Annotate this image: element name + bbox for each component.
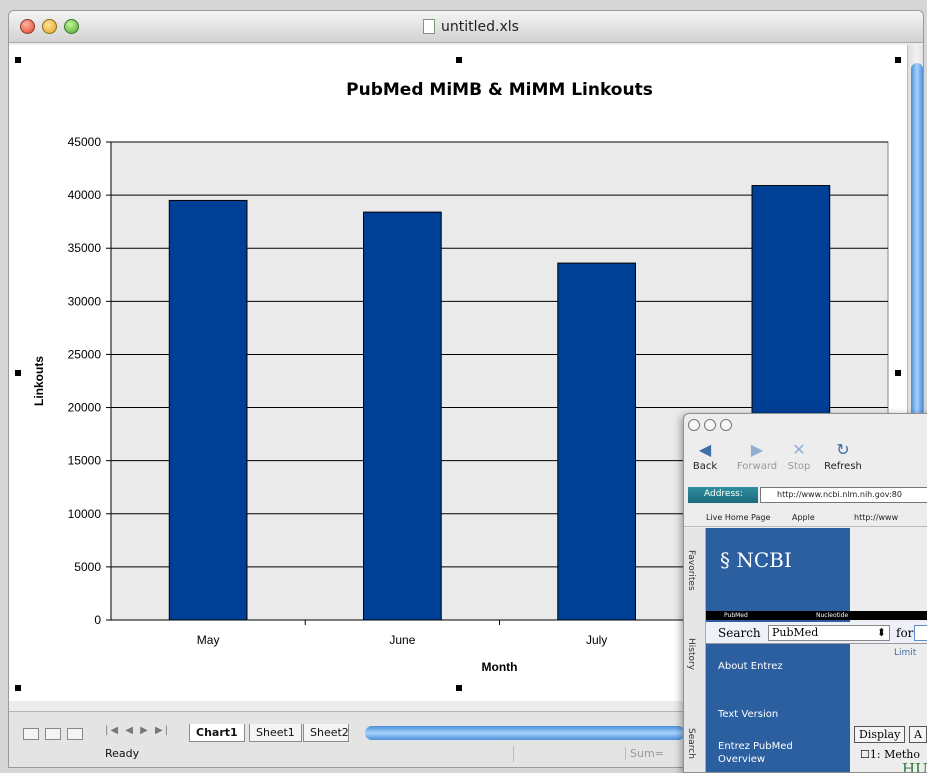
x-tick-label: June — [389, 633, 415, 647]
tab-search[interactable]: Search — [686, 728, 696, 759]
search-row: Search PubMed ⬍ for — [706, 622, 927, 644]
refresh-icon: ↻ — [836, 440, 850, 459]
tab-history[interactable]: History — [686, 638, 696, 670]
x-axis-label: Month — [482, 660, 518, 674]
y-tick-label: 15000 — [68, 454, 102, 468]
resize-handle[interactable] — [895, 370, 901, 376]
tab-sheet1[interactable]: Sheet1 — [249, 724, 302, 742]
y-tick-label: 5000 — [74, 560, 101, 574]
address-label: Address: — [688, 487, 758, 503]
resize-handle[interactable] — [456, 57, 462, 63]
refresh-button[interactable]: ↻ Refresh — [818, 440, 868, 472]
document-icon — [423, 19, 435, 34]
text-version-link[interactable]: Text Version — [718, 709, 778, 720]
x-tick-label: July — [586, 633, 607, 647]
result-checkbox[interactable]: ☐ — [860, 748, 870, 761]
tab-favorites[interactable]: Favorites — [686, 550, 696, 591]
sheet-navigation-arrows-icon[interactable]: |◀ ◀ ▶ ▶| — [105, 725, 170, 736]
tab-nucleotide[interactable]: Nucleotide — [816, 612, 848, 619]
select-arrows-icon: ⬍ — [876, 626, 886, 639]
y-tick-label: 40000 — [68, 188, 102, 202]
address-field[interactable]: http://www.ncbi.nlm.nih.gov:80 — [760, 487, 927, 503]
y-tick-label: 10000 — [68, 507, 102, 521]
minimize-button[interactable] — [704, 419, 716, 431]
a-button[interactable]: A — [909, 726, 927, 743]
x-tick-label: May — [197, 633, 220, 647]
sum-readout: Sum= — [625, 747, 664, 760]
y-tick-label: 45000 — [68, 135, 102, 149]
y-tick-label: 30000 — [68, 294, 102, 308]
ncbi-helix-icon: § — [720, 548, 730, 572]
chart-title: PubMed MiMB & MiMM Linkouts — [346, 80, 653, 100]
minimize-button[interactable] — [42, 19, 57, 34]
about-entrez-link[interactable]: About Entrez — [718, 661, 783, 672]
tab-sheet2[interactable]: Sheet2 — [303, 724, 349, 742]
back-arrow-icon: ◀ — [698, 440, 712, 459]
close-button[interactable] — [688, 419, 700, 431]
database-select[interactable]: PubMed ⬍ — [768, 625, 890, 641]
resize-handle[interactable] — [15, 57, 21, 63]
favorite-link[interactable]: Apple — [792, 513, 815, 522]
limits-link[interactable]: Limit — [894, 648, 916, 658]
y-tick-label: 20000 — [68, 401, 102, 415]
display-button[interactable]: Display — [854, 726, 906, 743]
status-text: Ready — [105, 747, 140, 760]
resize-handle[interactable] — [15, 370, 21, 376]
bar-july[interactable] — [557, 262, 636, 621]
stop-button[interactable]: ✕ Stop — [774, 440, 824, 472]
title-bar: untitled.xls — [9, 11, 923, 43]
window-title: untitled.xls — [441, 19, 519, 35]
tab-pubmed[interactable]: PubMed — [724, 612, 748, 619]
stop-icon: ✕ — [792, 440, 806, 459]
overview-link[interactable]: Overview — [718, 754, 765, 765]
explorer-side-tabs: Favorites History Search — [684, 528, 706, 772]
back-button[interactable]: ◀ Back — [684, 440, 730, 472]
zoom-button[interactable] — [64, 19, 79, 34]
ncbi-nav-panel: § NCBI — [706, 528, 850, 772]
y-tick-label: 25000 — [68, 347, 102, 361]
result-title: HU — [902, 760, 927, 773]
status-divider — [513, 746, 514, 762]
y-axis-label: Linkouts — [32, 356, 46, 406]
horizontal-scrollbar[interactable] — [365, 726, 685, 740]
zoom-button[interactable] — [720, 419, 732, 431]
resize-handle[interactable] — [15, 685, 21, 691]
favorite-link[interactable]: http://www — [854, 513, 898, 522]
resize-handle[interactable] — [895, 57, 901, 63]
tab-chart1[interactable]: Chart1 — [189, 724, 245, 742]
search-input[interactable] — [914, 625, 927, 641]
y-tick-label: 0 — [94, 613, 101, 627]
page-break-view-icon[interactable] — [67, 728, 83, 740]
favorite-link[interactable]: Live Home Page — [706, 513, 770, 522]
favorites-bar: Live Home Page Apple http://www — [684, 509, 927, 527]
browser-window: ◀ Back ▶ Forward ✕ Stop ↻ Refresh Address: h… — [683, 413, 927, 773]
bar-june[interactable] — [363, 211, 442, 621]
for-label: for — [896, 626, 914, 640]
ncbi-logo[interactable]: § NCBI — [720, 548, 792, 572]
close-button[interactable] — [20, 19, 35, 34]
search-label: Search — [718, 626, 761, 640]
database-tabs: PubMed Nucleotide — [706, 611, 927, 620]
y-tick-label: 35000 — [68, 241, 102, 255]
normal-view-icon[interactable] — [23, 728, 39, 740]
bar-may[interactable] — [168, 199, 248, 621]
page-layout-view-icon[interactable] — [45, 728, 61, 740]
resize-handle[interactable] — [456, 685, 462, 691]
entrez-pubmed-link[interactable]: Entrez PubMed — [718, 741, 793, 752]
